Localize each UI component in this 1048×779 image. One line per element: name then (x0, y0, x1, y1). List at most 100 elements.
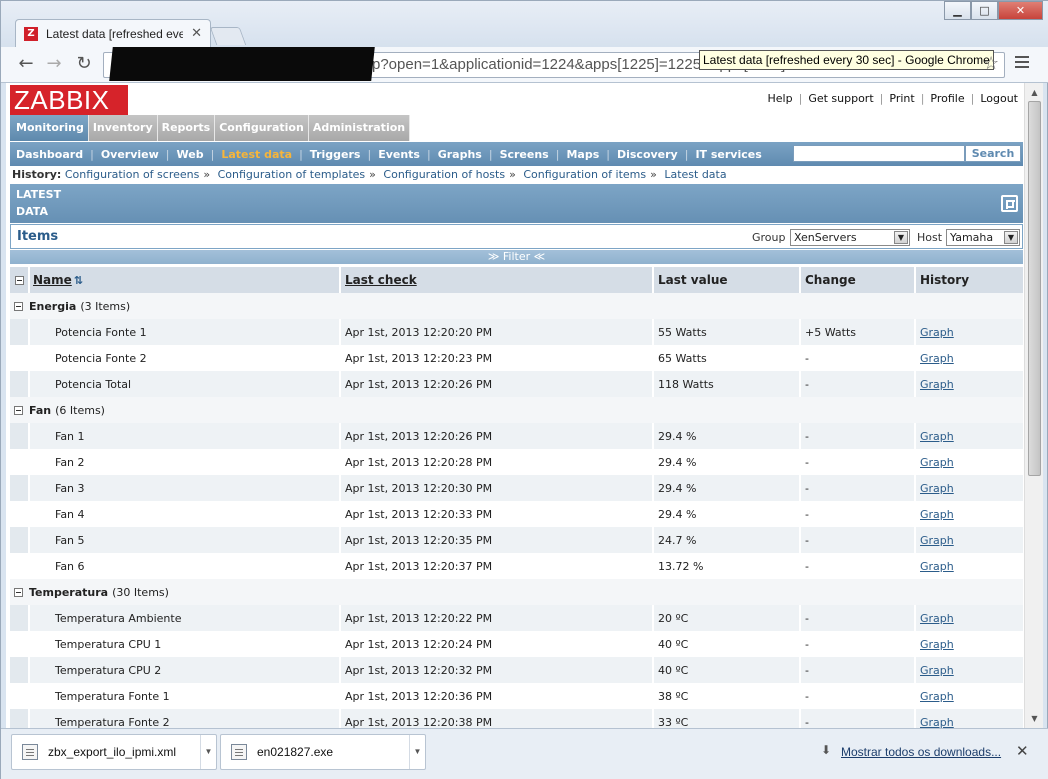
menu-inventory[interactable]: Inventory (88, 115, 158, 141)
submenu-maps[interactable]: Maps (566, 148, 599, 161)
graph-link[interactable]: Graph (920, 612, 954, 625)
table-row: Temperatura CPU 1 Apr 1st, 2013 12:20:24 … (10, 631, 1023, 657)
history-link-screens[interactable]: Configuration of screens (65, 168, 200, 181)
history-link-latest-data[interactable]: Latest data (664, 168, 726, 181)
graph-link[interactable]: Graph (920, 638, 954, 651)
scroll-down-icon[interactable]: ▼ (1027, 711, 1042, 726)
breadcrumb: History: Configuration of screens» Confi… (12, 168, 727, 181)
fullscreen-icon[interactable] (1001, 195, 1018, 212)
row-spacer (10, 319, 30, 345)
collapse-group-icon[interactable] (14, 301, 23, 311)
graph-link[interactable]: Graph (920, 508, 954, 521)
print-link[interactable]: Print (889, 92, 914, 105)
graph-link[interactable]: Graph (920, 352, 954, 365)
graph-link[interactable]: Graph (920, 378, 954, 391)
item-last-value: 33 ºC (654, 709, 801, 728)
maximize-button[interactable]: □ (971, 1, 998, 20)
new-tab-button[interactable] (209, 27, 247, 45)
group-row[interactable]: Temperatura (30 Items) (10, 579, 1023, 605)
row-spacer (10, 527, 30, 553)
item-last-check: Apr 1st, 2013 12:20:36 PM (341, 683, 654, 709)
search-button[interactable]: Search (965, 145, 1021, 162)
download-item-exe[interactable]: en021827.exe ▼ (220, 734, 426, 770)
submenu-triggers[interactable]: Triggers (310, 148, 361, 161)
collapse-group-icon[interactable] (14, 587, 23, 597)
vertical-scrollbar[interactable]: ▲ ▼ (1024, 83, 1043, 728)
window-title-tooltip: Latest data [refreshed every 30 sec] - G… (699, 50, 994, 70)
menu-administration[interactable]: Administration (308, 115, 411, 141)
submenu-it-services[interactable]: IT services (695, 148, 761, 161)
graph-link[interactable]: Graph (920, 482, 954, 495)
graph-link[interactable]: Graph (920, 456, 954, 469)
host-select-value: Yamaha (950, 231, 994, 244)
close-window-button[interactable]: ✕ (998, 1, 1043, 20)
close-tab-icon[interactable]: ✕ (191, 26, 202, 41)
group-row[interactable]: Energia (3 Items) (10, 293, 1023, 319)
submenu-graphs[interactable]: Graphs (438, 148, 482, 161)
window-controls: ▁ □ ✕ (944, 1, 1043, 20)
browser-tab[interactable]: Z Latest data [refreshed ever ✕ (15, 19, 211, 47)
submenu-events[interactable]: Events (378, 148, 420, 161)
download-arrow-icon: ⬇ (821, 743, 832, 757)
host-select[interactable]: Yamaha ▼ (946, 229, 1020, 246)
name-header: Name ⇅ (30, 267, 341, 293)
submenu-dashboard[interactable]: Dashboard (16, 148, 83, 161)
menu-configuration[interactable]: Configuration (215, 115, 309, 141)
item-name: Fan 5 (30, 527, 341, 553)
show-all-downloads-link[interactable]: Mostrar todos os downloads... (841, 745, 1001, 759)
item-history-cell: Graph (916, 553, 1023, 579)
filter-toggle[interactable]: ≫ Filter ≪ (10, 250, 1023, 264)
bookmark-star-icon[interactable]: ☆ (983, 53, 999, 74)
submenu-latest-data[interactable]: Latest data (221, 148, 292, 161)
sort-by-last-check-link[interactable]: Last check (345, 273, 417, 287)
chevron-down-icon[interactable]: ▼ (409, 735, 425, 769)
item-history-cell: Graph (916, 449, 1023, 475)
profile-link[interactable]: Profile (930, 92, 964, 105)
menu-reports[interactable]: Reports (157, 115, 216, 141)
item-change: - (801, 657, 916, 683)
item-last-value: 29.4 % (654, 449, 801, 475)
graph-link[interactable]: Graph (920, 326, 954, 339)
host-label: Host (917, 231, 943, 244)
get-support-link[interactable]: Get support (808, 92, 873, 105)
graph-link[interactable]: Graph (920, 534, 954, 547)
submenu-web[interactable]: Web (177, 148, 204, 161)
submenu-screens[interactable]: Screens (500, 148, 549, 161)
submenu-discovery[interactable]: Discovery (617, 148, 678, 161)
group-row[interactable]: Fan (6 Items) (10, 397, 1023, 423)
item-last-check: Apr 1st, 2013 12:20:24 PM (341, 631, 654, 657)
graph-link[interactable]: Graph (920, 690, 954, 703)
reload-icon[interactable]: ↻ (73, 53, 95, 75)
download-item-xml[interactable]: zbx_export_ilo_ipmi.xml ▼ (11, 734, 217, 770)
menu-monitoring[interactable]: Monitoring (10, 115, 89, 141)
scrollbar-thumb[interactable] (1028, 101, 1041, 476)
history-link-items[interactable]: Configuration of items (523, 168, 646, 181)
collapse-all-toggle[interactable] (10, 267, 30, 293)
chevron-down-icon[interactable]: ▼ (200, 735, 216, 769)
close-download-bar-icon[interactable]: ✕ (1016, 742, 1029, 760)
scroll-up-icon[interactable]: ▲ (1027, 85, 1042, 100)
item-last-check: Apr 1st, 2013 12:20:28 PM (341, 449, 654, 475)
help-link[interactable]: Help (768, 92, 793, 105)
group-select[interactable]: XenServers ▼ (790, 229, 910, 246)
search-input[interactable] (793, 145, 965, 162)
history-link-hosts[interactable]: Configuration of hosts (383, 168, 505, 181)
zabbix-logo[interactable]: ZABBIX (10, 85, 128, 115)
history-link-templates[interactable]: Configuration of templates (218, 168, 366, 181)
collapse-group-icon[interactable] (14, 405, 23, 415)
minimize-button[interactable]: ▁ (944, 1, 971, 20)
item-last-check: Apr 1st, 2013 12:20:22 PM (341, 605, 654, 631)
graph-link[interactable]: Graph (920, 560, 954, 573)
graph-link[interactable]: Graph (920, 716, 954, 729)
item-last-value: 55 Watts (654, 319, 801, 345)
logout-link[interactable]: Logout (980, 92, 1018, 105)
chrome-menu-icon[interactable] (1015, 54, 1029, 70)
graph-link[interactable]: Graph (920, 430, 954, 443)
back-arrow-icon[interactable]: ← (15, 53, 37, 75)
forward-arrow-icon[interactable]: → (43, 53, 65, 75)
item-history-cell: Graph (916, 605, 1023, 631)
graph-link[interactable]: Graph (920, 664, 954, 677)
submenu-overview[interactable]: Overview (101, 148, 159, 161)
items-toolbar: Items Group XenServers ▼ Host Yamaha ▼ (10, 224, 1023, 249)
sort-by-name-link[interactable]: Name (33, 273, 72, 287)
